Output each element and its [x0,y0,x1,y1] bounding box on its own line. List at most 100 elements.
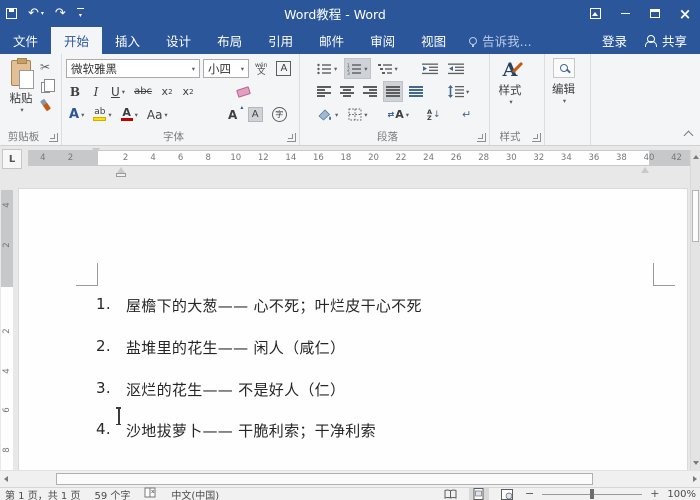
change-case-button[interactable]: Aa ▾ [144,104,171,125]
list-text: 屋檐下的大葱—— 心不死；叶烂皮干心不死 [126,297,422,315]
document-line-1[interactable]: 1. 屋檐下的大葱—— 心不死；叶烂皮干心不死 [96,295,422,316]
web-layout-button[interactable] [497,488,517,500]
increase-indent-button[interactable] [445,58,467,79]
paragraph-dialog-launcher[interactable] [477,133,486,142]
paste-button[interactable]: 粘贴 ▾ [4,58,38,140]
styles-button[interactable]: A 样式 ▾ [498,58,524,106]
bold-button[interactable]: B [66,81,84,102]
cut-button[interactable]: ✂ [40,60,50,74]
scroll-down-arrow[interactable] [693,461,699,465]
clipboard-dialog-launcher[interactable] [49,133,58,142]
subscript-button[interactable]: x2 [158,81,176,102]
document-line-2[interactable]: 2. 盐堆里的花生—— 闲人（咸仁） [96,337,345,358]
undo-button[interactable]: ↶ ▾ [28,6,44,21]
language-indicator[interactable]: 中文(中国) [171,487,219,500]
ribbon-tab-5[interactable]: 邮件 [306,27,357,54]
grow-font-button[interactable]: A ▴ [224,104,243,125]
minimize-icon [620,12,630,15]
ribbon-tab-2[interactable]: 设计 [153,27,204,54]
bullets-button[interactable]: ▾ [314,58,340,79]
zoom-out-button[interactable]: − [525,488,534,499]
horizontal-scroll-thumb[interactable] [56,473,593,485]
enclose-characters-button[interactable]: 字 [269,104,290,125]
font-color-button[interactable]: A ▾ [118,104,141,125]
save-button[interactable] [6,8,17,19]
editing-button[interactable]: 编辑 ▾ [552,58,575,105]
restore-button[interactable] [640,0,670,27]
multilevel-list-button[interactable]: ▾ [375,58,401,79]
format-painter-button[interactable] [39,98,51,112]
tell-me-label: 告诉我... [482,34,532,49]
document-line-4[interactable]: 4. 沙地拔萝卜—— 干脆利索；干净利索 [96,420,376,441]
vertical-scroll-thumb[interactable] [692,190,699,242]
text-highlight-button[interactable]: ab ▾ [90,104,114,125]
scroll-left-arrow[interactable] [4,476,8,482]
read-mode-button[interactable] [441,488,461,500]
document-page[interactable]: 1. 屋檐下的大葱—— 心不死；叶烂皮干心不死 2. 盐堆里的花生—— 闲人（咸仁） 3… [18,188,688,470]
scroll-up-arrow[interactable] [693,155,699,159]
sort-button[interactable]: AZ ↓ [424,104,444,125]
underline-button[interactable]: U ▾ [108,81,128,102]
align-right-button[interactable] [360,81,380,102]
superscript-button[interactable]: x2 [179,81,197,102]
italic-button[interactable]: I [87,81,105,102]
page-number-indicator[interactable]: 第 1 页，共 1 页 [5,487,80,500]
ribbon-display-options-button[interactable] [580,0,610,27]
strikethrough-button[interactable]: abc [131,81,155,102]
clear-formatting-button[interactable] [234,81,253,102]
document-line-3[interactable]: 3. 沤烂的花生—— 不是好人（仁） [96,379,345,400]
justify-button[interactable] [383,81,403,102]
align-left-button[interactable] [314,81,334,102]
zoom-level[interactable]: 100% [667,489,696,500]
copy-button[interactable] [40,79,55,93]
asian-layout-button[interactable]: ⇄ A ▾ [385,104,412,125]
right-indent-marker[interactable] [641,167,649,173]
horizontal-scrollbar[interactable] [0,470,700,487]
borders-button[interactable]: ▾ [345,104,370,125]
zoom-slider[interactable] [542,488,643,500]
close-button[interactable]: × [670,0,700,27]
tell-me-box[interactable]: 告诉我... [459,27,541,54]
distribute-button[interactable] [406,81,426,102]
first-line-indent-marker[interactable] [92,148,100,154]
zoom-in-button[interactable]: + [650,488,659,499]
print-layout-button[interactable] [468,488,489,500]
show-hide-marks-button[interactable]: ↵ [458,104,476,125]
proofing-status-button[interactable] [144,487,157,500]
decrease-indent-button[interactable] [419,58,441,79]
ribbon-tab-1[interactable]: 插入 [102,27,153,54]
shading-button[interactable]: ▾ [314,104,341,125]
font-size-combobox[interactable]: 小四 ▾ [203,59,249,78]
collapse-ribbon-button[interactable] [683,130,694,141]
zoom-slider-thumb[interactable] [590,489,595,499]
scroll-right-arrow[interactable] [693,476,697,482]
line-spacing-button[interactable]: ▾ [445,81,472,102]
customize-qat-button[interactable]: ▾ [76,7,84,19]
text-effects-button[interactable]: A ▾ [66,104,87,125]
font-dialog-launcher[interactable] [287,133,296,142]
minimize-button[interactable] [610,0,640,27]
ribbon-tab-4[interactable]: 引用 [255,27,306,54]
phonetic-guide-button[interactable]: wén 文 [252,58,270,79]
ribbon-display-icon [589,8,601,19]
tab-file[interactable]: 文件 [0,27,51,54]
sign-in-button[interactable]: 登录 [589,31,640,50]
share-button[interactable]: 共享 [640,31,700,50]
ribbon-tab-6[interactable]: 审阅 [357,27,408,54]
font-name-combobox[interactable]: 微软雅黑 ▾ [66,59,200,78]
redo-button[interactable]: ↷ [55,6,66,21]
character-border-button[interactable]: A [273,58,294,79]
lightbulb-icon [469,36,478,47]
left-indent-marker[interactable] [116,173,126,177]
font-name-value: 微软雅黑 [71,61,117,76]
numbering-button[interactable]: 1 2 3 ▾ [344,58,371,79]
vertical-scrollbar[interactable] [690,150,700,470]
character-shading-button[interactable]: A [245,104,266,125]
ribbon-tab-7[interactable]: 视图 [408,27,459,54]
ribbon-tab-3[interactable]: 布局 [204,27,255,54]
word-count-indicator[interactable]: 59 个字 [94,487,130,500]
tab-selector[interactable]: L [2,149,22,169]
styles-dialog-launcher[interactable] [532,133,541,142]
ribbon-tab-0[interactable]: 开始 [51,27,103,54]
align-center-button[interactable] [337,81,357,102]
